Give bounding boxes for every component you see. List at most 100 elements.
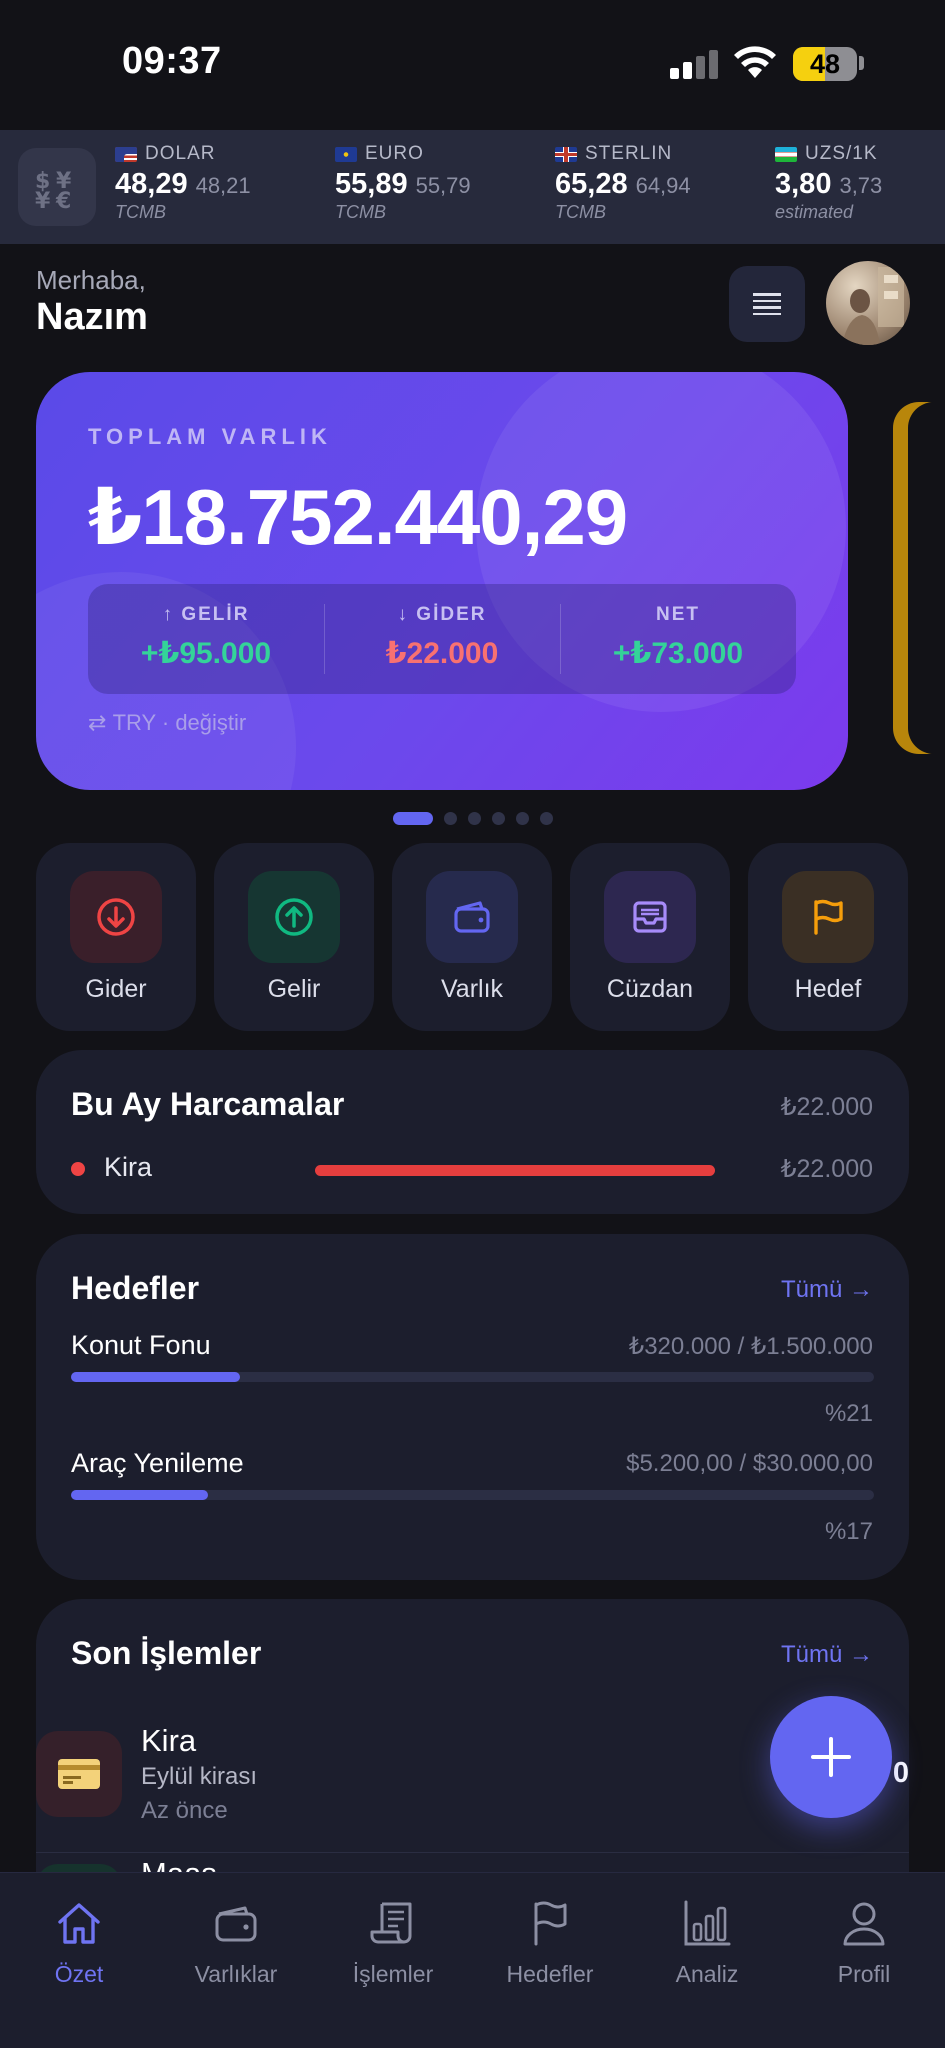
- goals-title: Hedefler: [71, 1270, 200, 1306]
- currency-switch-label: TRY · değiştir: [112, 710, 247, 735]
- arrow-down-circle-icon: [70, 871, 162, 963]
- inbox-icon: [604, 871, 696, 963]
- avatar-photo: [842, 267, 904, 345]
- ticker-code: DOLAR: [145, 143, 216, 164]
- transaction-title: Kira: [141, 1723, 197, 1758]
- net-label: NET: [656, 604, 700, 625]
- carousel-dot[interactable]: [492, 812, 505, 825]
- summary-stats: ↑ GELİR +₺95.000 ↓ GİDER ₺22.000 NET +₺7…: [88, 584, 796, 694]
- tab-label: Profil: [837, 1961, 891, 1987]
- goal-percent: %17: [824, 1518, 873, 1545]
- quick-action-expense[interactable]: Gider: [36, 843, 196, 1031]
- expense-value: ₺22.000: [385, 637, 499, 670]
- monthly-spending-card[interactable]: Bu Ay Harcamalar ₺22.000 Kira ₺22.000: [36, 1050, 909, 1214]
- ticker-item-usd[interactable]: DOLAR 48,29 48,21 TCMB: [115, 143, 251, 223]
- goals-see-all-link[interactable]: Tümü →: [781, 1276, 873, 1304]
- tab-transactions[interactable]: İşlemler: [314, 1898, 472, 1988]
- ticker-value: 55,89: [335, 168, 408, 200]
- flag-icon: [534, 1901, 567, 1946]
- spending-total: ₺22.000: [780, 1093, 873, 1121]
- quick-action-wallet[interactable]: Cüzdan: [570, 843, 730, 1031]
- ticker-code: UZS/1K: [805, 143, 878, 164]
- income-value: +₺95.000: [140, 637, 272, 670]
- transaction-subtitle: Eylül kirası: [141, 1763, 258, 1790]
- svg-text:€: €: [55, 189, 71, 214]
- quick-action-goal[interactable]: Hedef: [748, 843, 908, 1031]
- ticker-previous: 55,79: [415, 173, 471, 198]
- wifi-icon: [734, 46, 776, 78]
- quick-action-label: Cüzdan: [606, 975, 694, 1003]
- add-transaction-button[interactable]: [770, 1696, 892, 1818]
- ticker-previous: 64,94: [635, 173, 691, 198]
- tab-profile[interactable]: Profil: [785, 1898, 943, 1988]
- ticker-source: TCMB: [555, 202, 606, 222]
- ticker-item-gbp[interactable]: STERLIN 65,28 64,94 TCMB: [555, 143, 691, 223]
- goal-percent: %21: [824, 1400, 873, 1427]
- quick-action-label: Gider: [85, 975, 147, 1003]
- currency-exchange-icon[interactable]: $ ¥ ¥ €: [18, 148, 96, 226]
- ticker-previous: 3,73: [839, 173, 883, 198]
- receipt-icon: [370, 1902, 412, 1944]
- ticker-item-uzs[interactable]: UZS/1K 3,80 3,73 estimated: [775, 143, 882, 223]
- battery-level: 48: [809, 49, 841, 79]
- spending-category-bar: [315, 1165, 715, 1176]
- battery-tip: [859, 56, 864, 70]
- quick-action-label: Gelir: [267, 975, 321, 1003]
- quick-action-asset[interactable]: Varlık: [392, 843, 552, 1031]
- avatar[interactable]: [826, 261, 910, 345]
- menu-button[interactable]: [729, 266, 805, 342]
- goal-name: Konut Fonu: [71, 1330, 211, 1360]
- ticker-source: TCMB: [335, 202, 386, 222]
- carousel-dot[interactable]: [444, 812, 457, 825]
- ticker-value: 3,80: [775, 168, 832, 200]
- ticker-source: estimated: [775, 202, 854, 222]
- expense-stat: ↓ GİDER ₺22.000: [324, 584, 560, 694]
- transactions-title: Son İşlemler: [71, 1635, 262, 1671]
- credit-card-icon: [36, 1731, 122, 1817]
- carousel-dots[interactable]: [393, 812, 553, 825]
- net-value: +₺73.000: [612, 637, 744, 670]
- swap-icon: ⇄: [88, 710, 107, 735]
- spending-category-label: Kira: [104, 1152, 153, 1182]
- goal-name: Araç Yenileme: [71, 1448, 244, 1478]
- goal-progress-fill: [71, 1490, 208, 1500]
- total-assets-amount: ₺18.752.440,29: [88, 473, 628, 561]
- goals-card[interactable]: Hedefler Tümü → Konut Fonu ₺320.000 / ₺1…: [36, 1234, 909, 1580]
- total-assets-label: TOPLAM VARLIK: [88, 424, 332, 449]
- ticker-code: STERLIN: [585, 143, 673, 164]
- ticker-item-eur[interactable]: EURO 55,89 55,79 TCMB: [335, 143, 471, 223]
- carousel-dot[interactable]: [468, 812, 481, 825]
- tab-label: Hedefler: [506, 1961, 594, 1987]
- tab-analysis[interactable]: Analiz: [628, 1898, 786, 1988]
- net-stat: NET +₺73.000: [560, 584, 796, 694]
- tab-label: Varlıklar: [194, 1961, 278, 1987]
- plus-icon: [811, 1737, 851, 1777]
- transaction-amount: 0: [892, 1757, 909, 1789]
- carousel-dot[interactable]: [393, 812, 433, 825]
- transaction-time: Az önce: [141, 1797, 228, 1824]
- quick-action-label: Hedef: [794, 975, 862, 1003]
- tab-overview[interactable]: Özet: [0, 1898, 158, 1988]
- tab-goals[interactable]: Hedefler: [471, 1898, 629, 1988]
- flag-icon: [782, 871, 874, 963]
- quick-action-income[interactable]: Gelir: [214, 843, 374, 1031]
- total-assets-card[interactable]: TOPLAM VARLIK ₺18.752.440,29 ↑ GELİR +₺9…: [36, 372, 848, 790]
- spending-title: Bu Ay Harcamalar: [71, 1086, 345, 1122]
- income-label: ↑ GELİR: [162, 604, 250, 625]
- wallet-icon: [426, 871, 518, 963]
- status-time: 09:37: [122, 40, 222, 82]
- cellular-signal-icon: [670, 49, 718, 79]
- carousel-dot[interactable]: [516, 812, 529, 825]
- home-icon: [58, 1903, 100, 1944]
- goal-progress-track: [71, 1372, 874, 1382]
- ticker-code: EURO: [365, 143, 424, 164]
- transactions-see-all-link[interactable]: Tümü →: [781, 1641, 873, 1669]
- goal-progress-fill: [71, 1372, 240, 1382]
- carousel-dot[interactable]: [540, 812, 553, 825]
- ticker-value: 48,29: [115, 168, 188, 200]
- user-name: Nazım: [36, 296, 148, 338]
- currency-switch[interactable]: ⇄ TRY · değiştir: [88, 710, 246, 736]
- svg-text:¥: ¥: [35, 189, 51, 214]
- tab-assets[interactable]: Varlıklar: [157, 1898, 315, 1988]
- arrow-up-circle-icon: [248, 871, 340, 963]
